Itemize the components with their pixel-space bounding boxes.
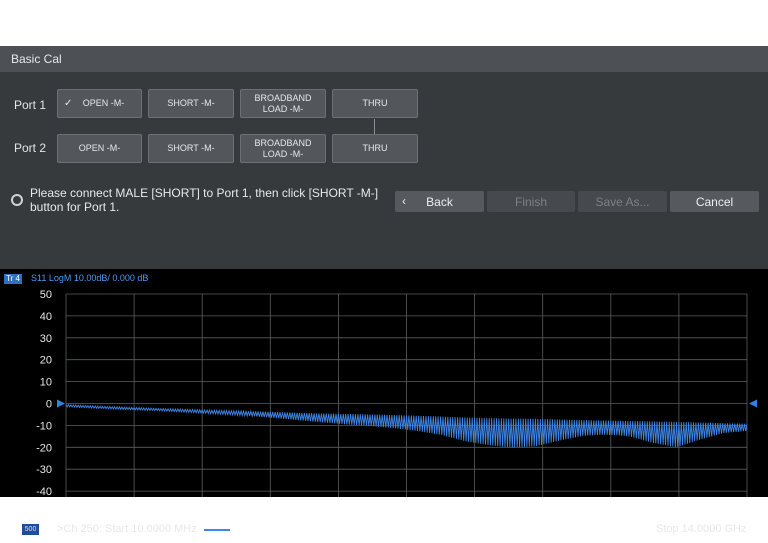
trace-color-swatch	[204, 529, 230, 531]
port1-load-button[interactable]: BROADBAND LOAD -M-	[240, 89, 326, 118]
save-as-button[interactable]: Save As...	[578, 191, 667, 212]
ref-marker-right-icon	[749, 399, 757, 408]
dialog-titlebar: Basic Cal	[0, 46, 768, 72]
port2-label: Port 2	[14, 141, 47, 155]
chart-grid	[65, 293, 748, 497]
y-tick-label: -30	[36, 464, 52, 476]
port2-open-label: OPEN -M-	[78, 143, 121, 153]
channel-stop-label: Stop 14.0000 GHz	[656, 523, 747, 535]
finish-label: Finish	[514, 194, 547, 209]
channel-badge[interactable]: 500	[22, 524, 39, 535]
dialog-title: Basic Cal	[11, 52, 62, 66]
y-tick-label: 40	[40, 311, 52, 323]
thru-link-line	[374, 119, 375, 134]
channel-start-label: >Ch 250: Start 10.0000 MHz	[57, 523, 197, 535]
ref-marker-left-icon	[57, 399, 65, 408]
status-message: Please connect MALE [SHORT] to Port 1, t…	[30, 186, 379, 214]
port2-short-button[interactable]: SHORT -M-	[148, 134, 234, 163]
finish-button[interactable]: Finish	[487, 191, 575, 212]
y-tick-label: 10	[40, 377, 52, 389]
chevron-left-icon: ‹	[402, 194, 406, 208]
trace-plot-panel[interactable]: Tr 4 S11 LogM 10.00dB/ 0.000 dB 50 40 30 20…	[0, 269, 768, 535]
port2-load-button[interactable]: BROADBAND LOAD -M-	[240, 134, 326, 163]
basic-cal-window: Basic Cal Port 1 ✓ OPEN -M- SHORT -M- BR…	[0, 46, 768, 535]
port1-open-button[interactable]: ✓ OPEN -M-	[57, 89, 142, 118]
y-tick-labels: 50403020100-10-20-30-40-50	[36, 289, 52, 497]
port2-open-button[interactable]: OPEN -M-	[57, 134, 142, 163]
port1-short-button[interactable]: SHORT -M-	[148, 89, 234, 118]
status-circle-icon	[11, 194, 23, 206]
port1-label: Port 1	[14, 98, 47, 112]
port1-open-label: OPEN -M-	[82, 98, 125, 108]
y-tick-label: 50	[40, 289, 52, 301]
save-as-label: Save As...	[595, 194, 650, 209]
back-label: Back	[426, 194, 453, 209]
cancel-button[interactable]: Cancel	[670, 191, 759, 212]
checkmark-icon: ✓	[64, 98, 73, 109]
cancel-label: Cancel	[695, 194, 734, 209]
port2-load-label: BROADBAND LOAD -M-	[254, 137, 312, 159]
port2-thru-label: THRU	[362, 143, 388, 153]
y-tick-label: -10	[36, 420, 52, 432]
port2-thru-button[interactable]: THRU	[332, 134, 418, 163]
back-button[interactable]: ‹ Back	[395, 191, 484, 212]
port1-short-label: SHORT -M-	[167, 98, 215, 108]
port1-thru-label: THRU	[362, 98, 388, 108]
port1-load-label: BROADBAND LOAD -M-	[254, 92, 312, 114]
y-tick-label: -20	[36, 442, 52, 454]
y-tick-label: 20	[40, 355, 52, 367]
y-tick-label: -40	[36, 486, 52, 497]
port2-short-label: SHORT -M-	[167, 143, 215, 153]
port1-thru-button[interactable]: THRU	[332, 89, 418, 118]
y-tick-label: 30	[40, 333, 52, 345]
y-tick-label: 0	[46, 399, 52, 411]
s11-chart: 50403020100-10-20-30-40-50	[36, 289, 757, 497]
